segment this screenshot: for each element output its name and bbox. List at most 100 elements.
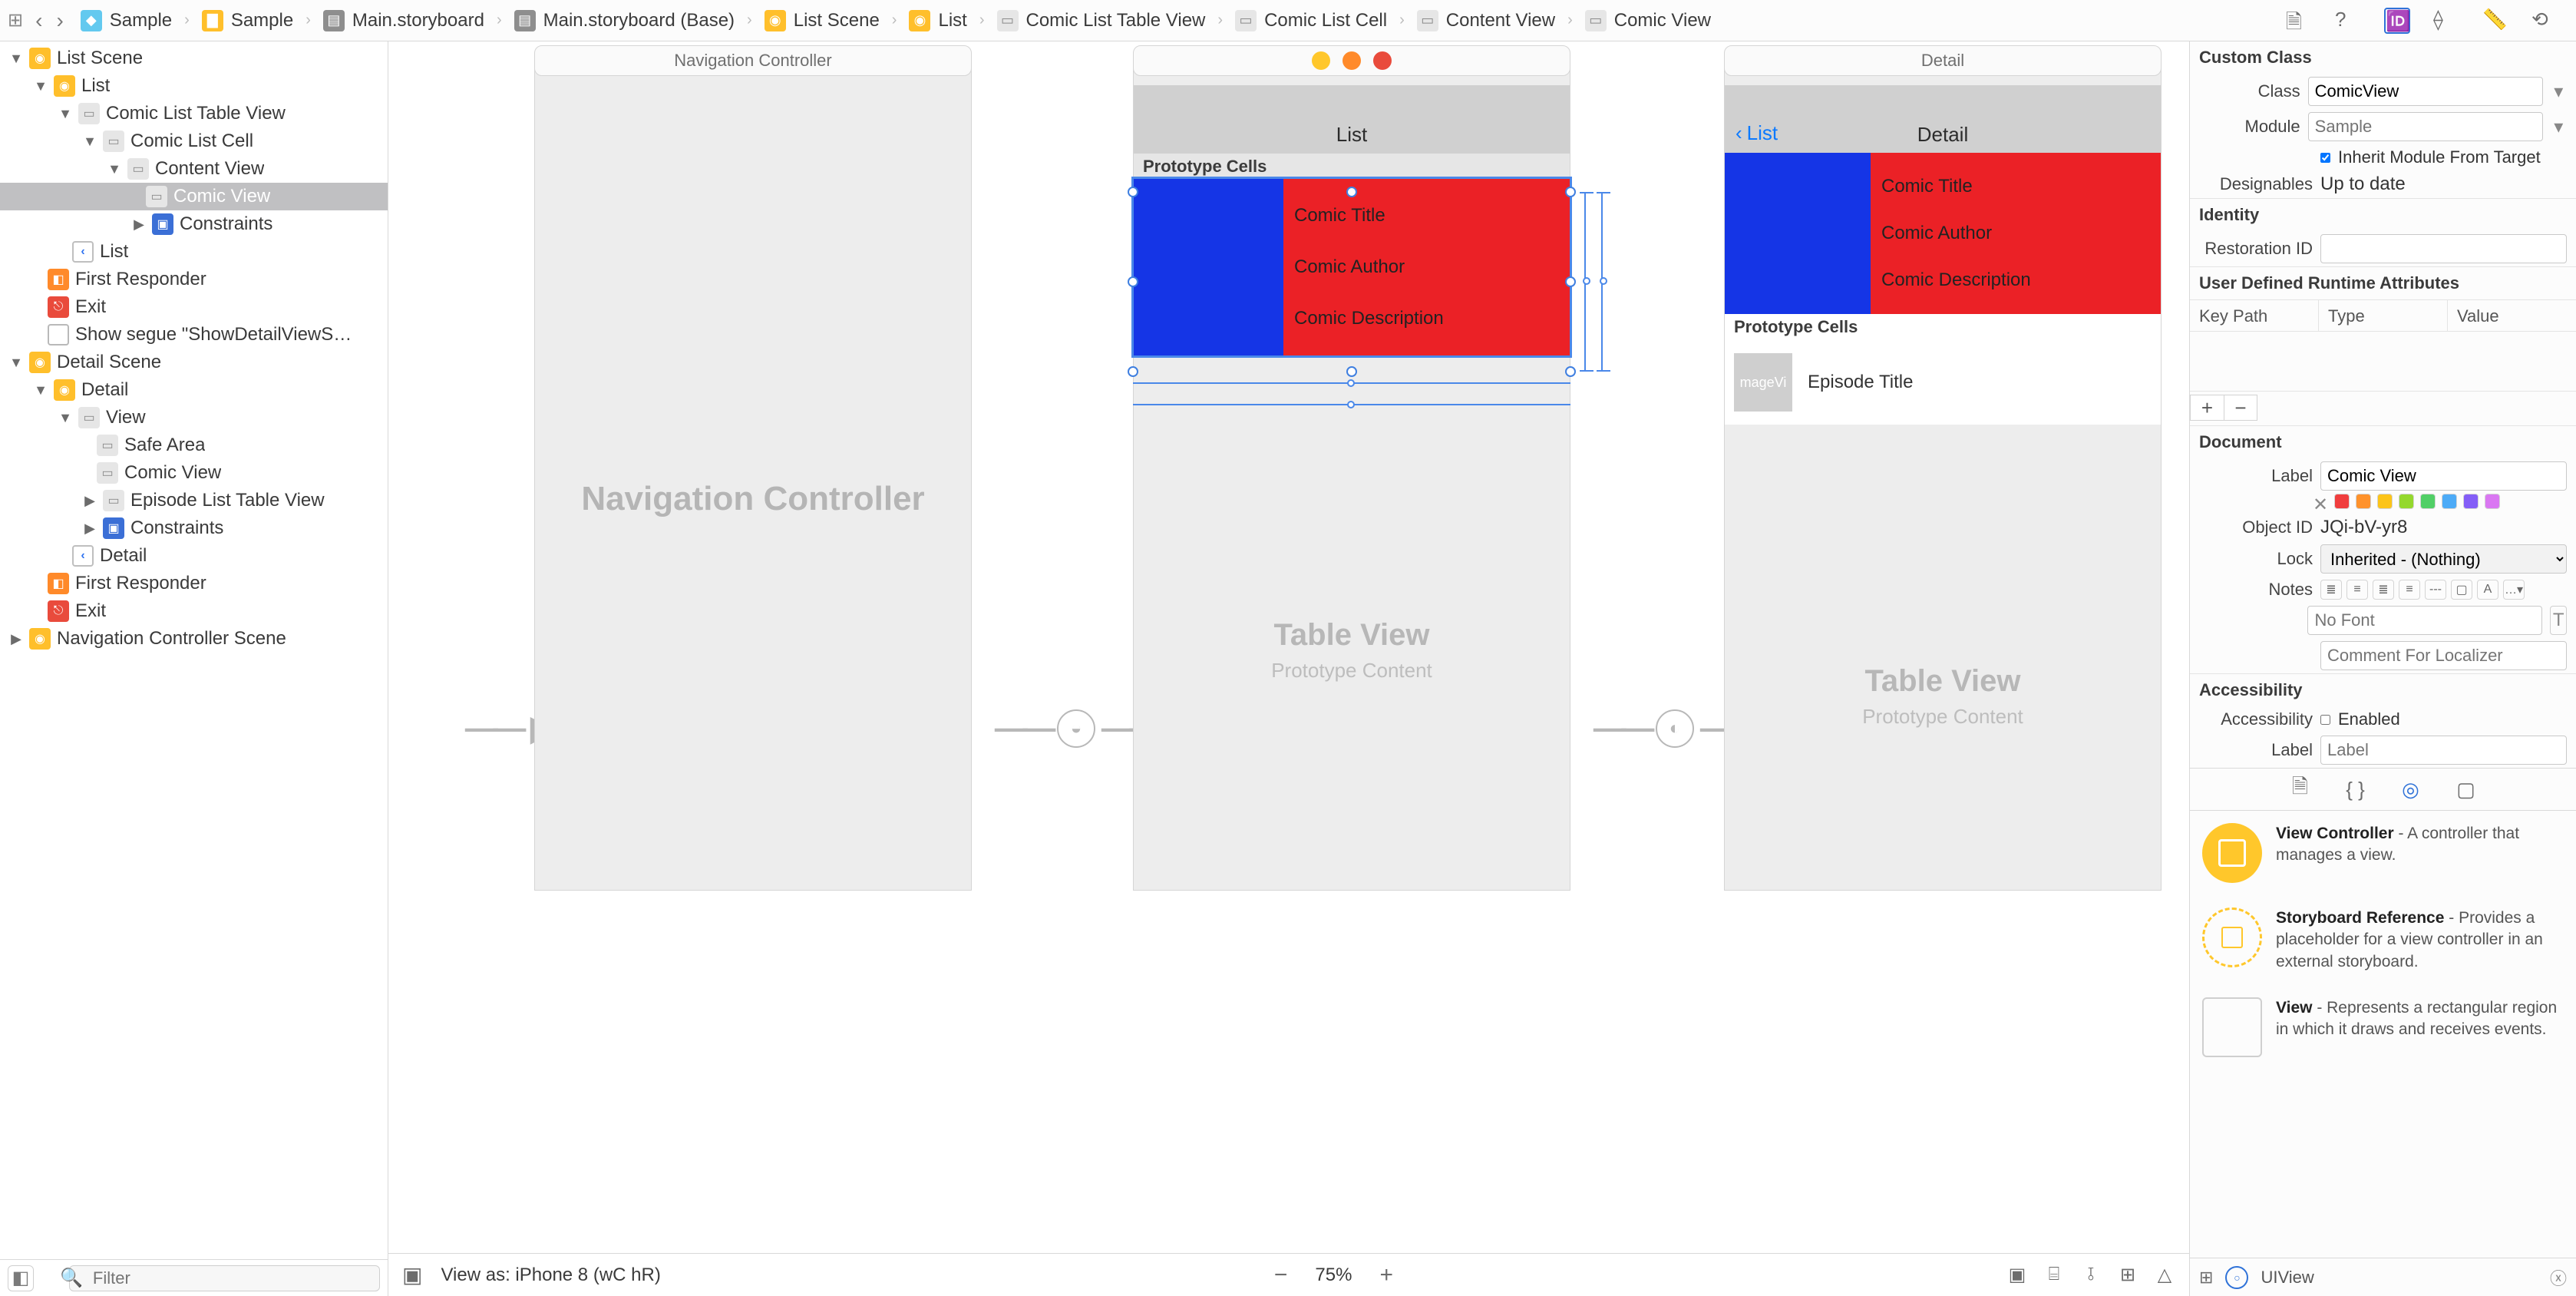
- update-frames-icon[interactable]: ▣: [2006, 1264, 2028, 1286]
- object-library-list[interactable]: View Controller - A controller that mana…: [2190, 811, 2576, 1258]
- view-row[interactable]: ▼▭Comic List Table View: [0, 100, 388, 127]
- embed-in-icon[interactable]: ⌸: [2043, 1264, 2065, 1286]
- vc-row-detail[interactable]: ▼◉Detail: [0, 376, 388, 404]
- disclosure-icon[interactable]: ▼: [9, 355, 23, 371]
- color-swatch[interactable]: [2420, 494, 2436, 509]
- scene-row-nav[interactable]: ▶◉Navigation Controller Scene: [0, 625, 388, 653]
- align-left-icon[interactable]: ≣: [2320, 580, 2342, 600]
- accessibility-enabled-check[interactable]: [2320, 715, 2330, 725]
- media-library-tab-icon[interactable]: ▢: [2452, 775, 2480, 803]
- vc-row-list[interactable]: ▼◉List: [0, 72, 388, 100]
- box2-icon[interactable]: A: [2477, 580, 2498, 600]
- scene-row-list[interactable]: ▼◉List Scene: [0, 45, 388, 72]
- box1-icon[interactable]: ▢: [2451, 580, 2472, 600]
- view-row-selected[interactable]: ▭Comic View: [0, 183, 388, 210]
- disclosure-icon[interactable]: ▼: [83, 134, 97, 150]
- library-filter-type-icon[interactable]: ○: [2225, 1266, 2248, 1289]
- align-justify-icon[interactable]: ≡: [2399, 580, 2420, 600]
- constraints-row[interactable]: ▶▣Constraints: [0, 514, 388, 542]
- font-picker-icon[interactable]: T: [2550, 606, 2567, 635]
- resolve-issues-icon[interactable]: △: [2154, 1264, 2175, 1286]
- exit-dock-icon[interactable]: [1373, 51, 1392, 70]
- view-row[interactable]: ▼▭Comic List Cell: [0, 127, 388, 155]
- disclosure-icon[interactable]: ▶: [9, 631, 23, 647]
- scene-detail[interactable]: Detail ‹List Detail Comic Title Comic Au…: [1724, 64, 2162, 891]
- localizer-comment-input[interactable]: [2320, 641, 2567, 670]
- comic-thumb-placeholder[interactable]: [1725, 153, 1871, 314]
- navbar[interactable]: List: [1134, 85, 1570, 153]
- view-row[interactable]: ▼▭View: [0, 404, 388, 431]
- disclosure-icon[interactable]: ▼: [34, 382, 48, 398]
- color-swatch[interactable]: [2356, 494, 2371, 509]
- code-snippet-tab-icon[interactable]: { }: [2342, 775, 2370, 803]
- pin-icon[interactable]: ⊞: [2117, 1264, 2138, 1286]
- align-icon[interactable]: ⫱: [2080, 1264, 2102, 1286]
- comic-thumb-placeholder[interactable]: [1134, 179, 1283, 355]
- file-template-tab-icon[interactable]: 🗎: [2287, 775, 2314, 803]
- comic-desc-label[interactable]: Comic Description: [1881, 269, 2161, 291]
- view-row[interactable]: ▼▭Content View: [0, 155, 388, 183]
- firstresponder-dock-icon[interactable]: [1342, 51, 1361, 70]
- clear-color-icon[interactable]: ✕: [2313, 494, 2328, 509]
- color-swatch[interactable]: [2377, 494, 2393, 509]
- navbar[interactable]: ‹List Detail: [1725, 85, 2161, 153]
- library-item-view[interactable]: View - Represents a rectangular region i…: [2190, 985, 2576, 1070]
- disclosure-icon[interactable]: ▼: [34, 78, 48, 94]
- toggle-outline-icon[interactable]: ▣: [402, 1262, 422, 1288]
- navitem-row[interactable]: ‹List: [0, 238, 388, 266]
- quickhelp-inspector-icon[interactable]: ?: [2335, 8, 2361, 34]
- scene-nav-controller[interactable]: Navigation Controller Navigation Control…: [534, 64, 972, 891]
- related-items-icon[interactable]: ⊞: [8, 9, 23, 31]
- view-row[interactable]: ▶▭Episode List Table View: [0, 487, 388, 514]
- module-input[interactable]: [2308, 112, 2543, 141]
- safearea-row[interactable]: ▭Safe Area: [0, 431, 388, 459]
- comic-author-label[interactable]: Comic Author: [1294, 256, 1570, 278]
- class-dropdown-icon[interactable]: ▾: [2551, 81, 2567, 103]
- accessibility-enabled-checkbox[interactable]: Enabled: [2320, 709, 2400, 729]
- comic-cell-selected[interactable]: Comic Title Comic Author Comic Descripti…: [1134, 179, 1570, 355]
- scene-row-detail[interactable]: ▼◉Detail Scene: [0, 349, 388, 376]
- exit-row[interactable]: ⎋Exit: [0, 293, 388, 321]
- comic-author-label[interactable]: Comic Author: [1881, 223, 2161, 244]
- connections-inspector-icon[interactable]: ⟲: [2531, 8, 2558, 34]
- comic-title-label[interactable]: Comic Title: [1294, 205, 1570, 226]
- view-row[interactable]: ▭Comic View: [0, 459, 388, 487]
- disclosure-icon[interactable]: ▼: [58, 410, 72, 426]
- color-swatch[interactable]: [2442, 494, 2457, 509]
- align-center-icon[interactable]: ≡: [2346, 580, 2368, 600]
- scene-list[interactable]: List Prototype Cells Comic Title Comic A…: [1133, 64, 1570, 891]
- outline-tree[interactable]: ▼◉List Scene ▼◉List ▼▭Comic List Table V…: [0, 41, 388, 1259]
- episode-title-label[interactable]: Episode Title: [1808, 372, 1913, 393]
- scene-titlebar[interactable]: Navigation Controller: [534, 45, 972, 76]
- zoom-out-button[interactable]: −: [1274, 1262, 1288, 1288]
- library-grid-icon[interactable]: ⊞: [2199, 1268, 2213, 1288]
- class-input[interactable]: [2308, 77, 2543, 106]
- disclosure-icon[interactable]: ▶: [83, 521, 97, 537]
- navitem-row[interactable]: ‹Detail: [0, 542, 388, 570]
- inherit-module-checkbox[interactable]: Inherit Module From Target: [2320, 147, 2541, 167]
- file-inspector-icon[interactable]: 🗎: [2286, 8, 2312, 34]
- first-responder-row[interactable]: ◧First Responder: [0, 570, 388, 597]
- library-item-viewcontroller[interactable]: View Controller - A controller that mana…: [2190, 811, 2576, 895]
- filter-scope-icon[interactable]: ◧: [8, 1265, 34, 1291]
- nav-back-button[interactable]: ‹List: [1735, 121, 1778, 145]
- udra-col-type[interactable]: Type: [2319, 300, 2448, 331]
- color-swatch[interactable]: [2485, 494, 2500, 509]
- first-responder-row[interactable]: ◧First Responder: [0, 266, 388, 293]
- view-as-label[interactable]: View as: iPhone 8 (wC hR): [441, 1265, 660, 1286]
- doc-label-input[interactable]: [2320, 461, 2567, 491]
- disclosure-icon[interactable]: ▶: [83, 493, 97, 509]
- align-right-icon[interactable]: ≣: [2373, 580, 2394, 600]
- library-item-storyboard-ref[interactable]: Storyboard Reference - Provides a placeh…: [2190, 895, 2576, 985]
- size-inspector-icon[interactable]: 📏: [2482, 8, 2508, 34]
- identity-inspector-icon[interactable]: 🆔: [2384, 8, 2410, 34]
- disclosure-icon[interactable]: ▼: [58, 106, 72, 122]
- outline-filter-input[interactable]: [69, 1265, 380, 1291]
- accessibility-label-input[interactable]: [2320, 736, 2567, 765]
- udra-remove-button[interactable]: −: [2224, 395, 2257, 421]
- storyboard-canvas[interactable]: ──► Navigation Controller Navigation Con…: [388, 41, 2189, 1253]
- color-swatch[interactable]: [2463, 494, 2479, 509]
- object-library-tab-icon[interactable]: ◎: [2397, 775, 2425, 803]
- module-dropdown-icon[interactable]: ▾: [2551, 116, 2567, 138]
- disclosure-icon[interactable]: ▼: [9, 51, 23, 67]
